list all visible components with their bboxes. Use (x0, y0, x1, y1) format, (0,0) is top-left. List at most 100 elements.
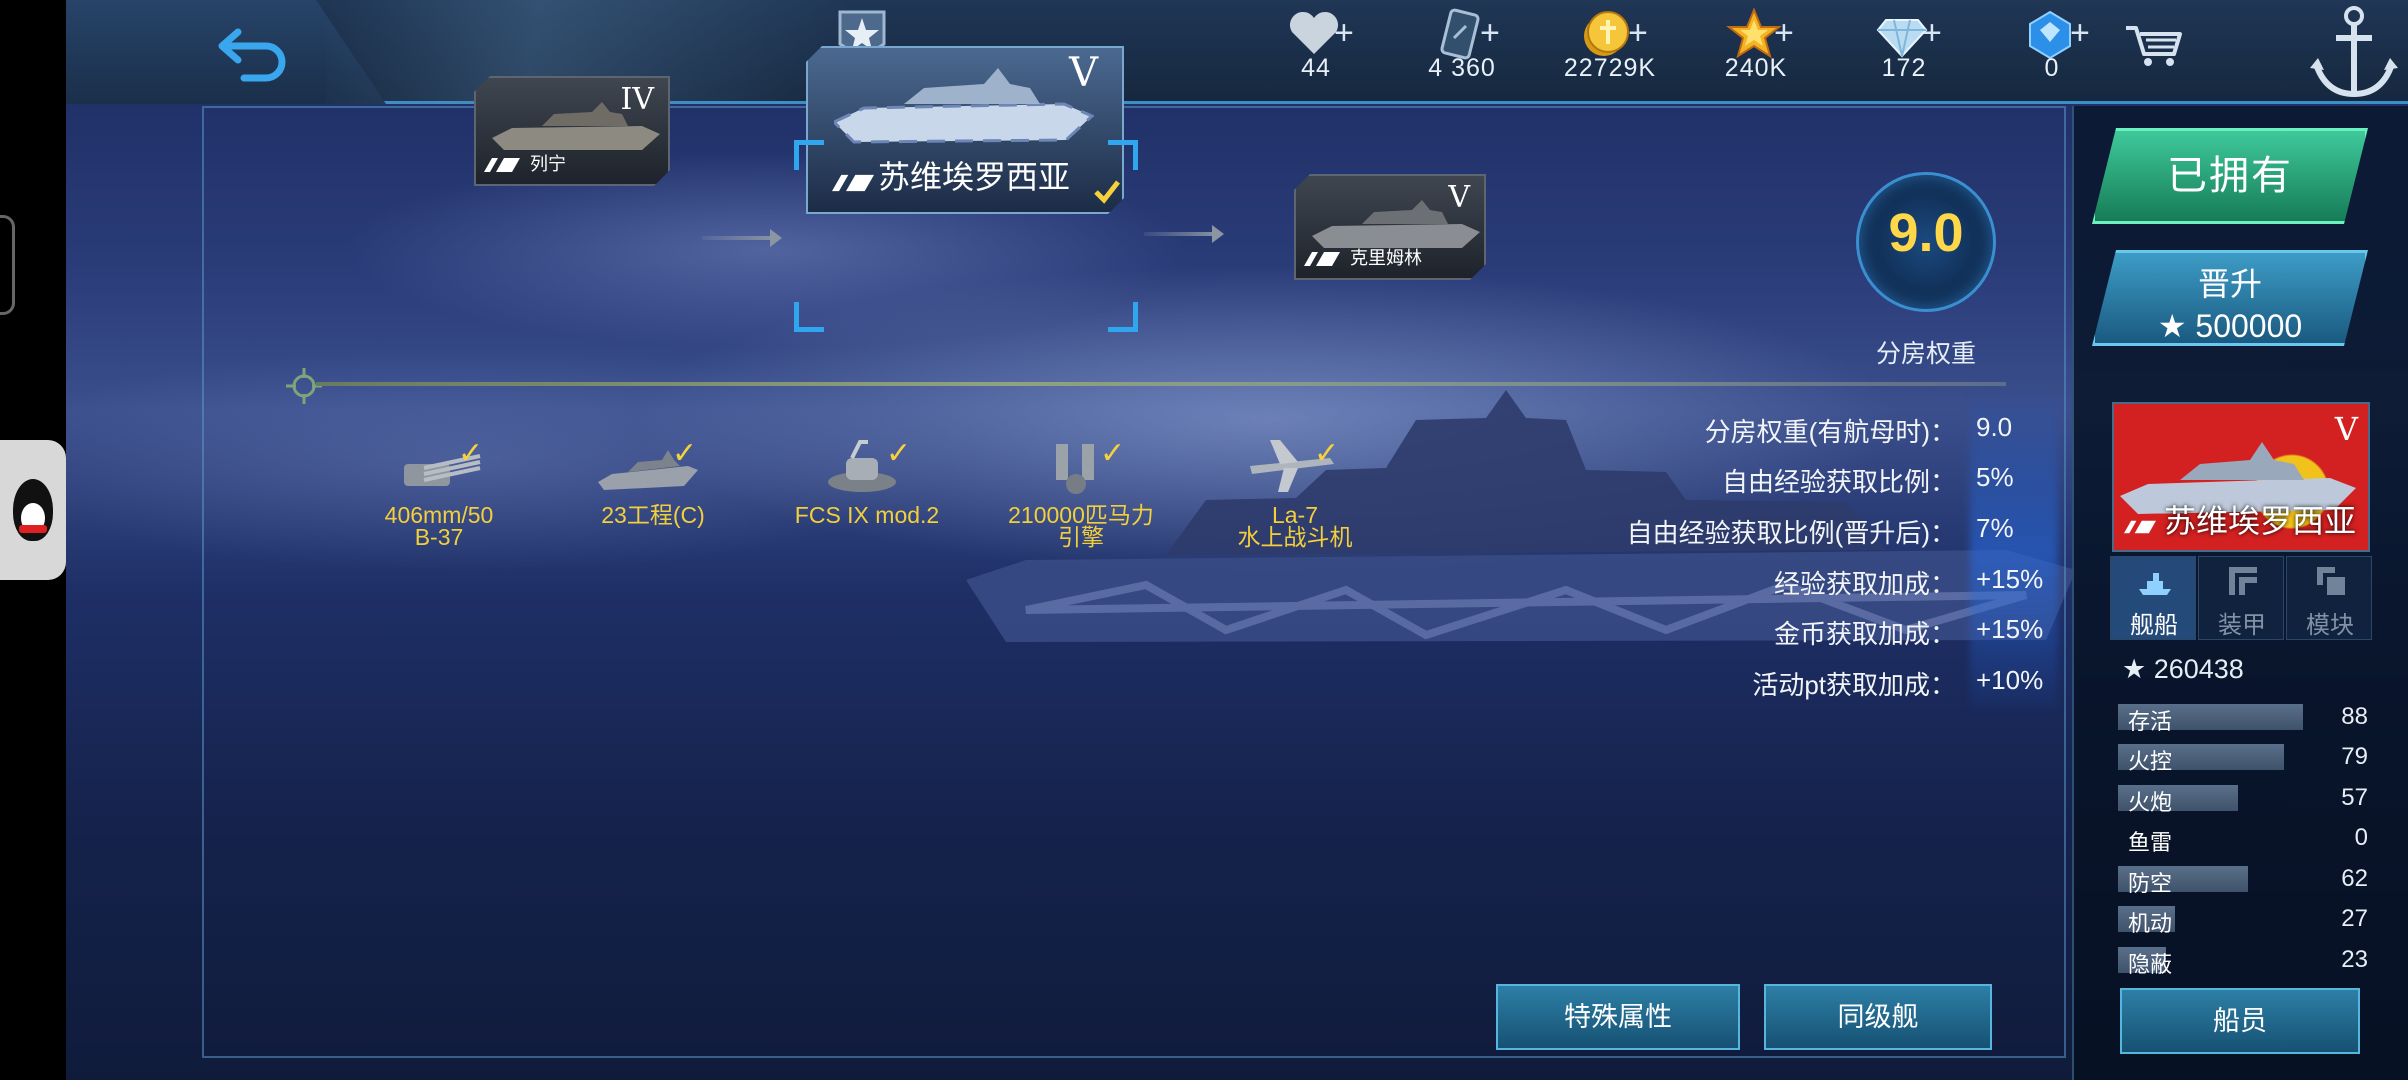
ship-tier: IV (620, 82, 654, 117)
resource-star[interactable]: + 240K (1686, 4, 1826, 94)
matchmaking-rating: 9.0 (1856, 172, 1996, 312)
resource-diamond[interactable]: + 172 (1834, 4, 1974, 94)
stat-row: 自由经验获取比例： 5% (1721, 462, 2014, 497)
armor-icon (2229, 567, 2257, 595)
module-icon (2317, 567, 2345, 595)
back-arrow-icon (218, 28, 286, 82)
attribute-label: 火炮 (2128, 790, 2173, 815)
plus-icon[interactable]: + (1628, 16, 1648, 50)
tab-module[interactable]: 模块 (2286, 556, 2372, 640)
module-seaplane[interactable]: ✓ La-7 水上战斗机 (1210, 436, 1380, 556)
stat-row: 经验获取加成： +15% (1773, 564, 2044, 599)
nation-flag-icon (484, 156, 520, 174)
module-fire-control[interactable]: ✓ FCS IX mod.2 (782, 436, 952, 556)
module-name: FCS IX mod.2 (794, 502, 940, 528)
resource-value: 4 360 (1428, 54, 1496, 82)
module-name: 210000匹马力 引擎 (1008, 502, 1154, 550)
nation-flag-icon (1304, 250, 1340, 268)
resource-heart[interactable]: + 44 (1246, 4, 1386, 94)
resource-value: 22729K (1563, 54, 1657, 82)
plus-icon[interactable]: + (1334, 16, 1354, 50)
resource-value: 44 (1301, 54, 1331, 82)
combat-power-value: 260438 (2153, 654, 2244, 684)
attribute-row: 存活 88 (2118, 702, 2378, 734)
stat-row: 金币获取加成： +15% (1773, 614, 2044, 649)
attribute-row: 防空 62 (2118, 864, 2378, 896)
module-main-battery[interactable]: ✓ 406mm/50 B-37 (354, 436, 524, 556)
selection-corner (1108, 302, 1138, 332)
upgrade-cost: ★ 500000 (2157, 308, 2303, 344)
anchor-icon[interactable] (2306, 2, 2402, 102)
attribute-row: 火炮 57 (2118, 783, 2378, 815)
resource-value: 172 (1881, 54, 1927, 82)
penguin-icon (13, 479, 53, 541)
stat-row: 自由经验获取比例(晋升后)： 7% (1626, 513, 2014, 548)
same-tier-ships-button[interactable]: 同级舰 (1764, 984, 1992, 1050)
tab-ship[interactable]: 舰船 (2110, 556, 2196, 640)
resource-card[interactable]: + 4 360 (1392, 4, 1532, 94)
plus-icon[interactable]: + (1480, 16, 1500, 50)
evolution-arrow (1144, 225, 1224, 243)
game-screen: 4 + 44 + 4 360 + 22729K (66, 0, 2408, 1080)
resource-gold[interactable]: + 22729K (1540, 4, 1680, 94)
edge-handle[interactable] (0, 215, 15, 315)
checkmark-icon (1092, 178, 1120, 206)
stat-row: 分房权重(有航母时)： 9.0 (1704, 412, 2013, 447)
attribute-label: 防空 (2128, 871, 2173, 896)
tab-armor[interactable]: 装甲 (2198, 556, 2284, 640)
rating-value: 9.0 (1888, 203, 1964, 263)
special-attributes-button[interactable]: 特殊属性 (1496, 984, 1740, 1050)
target-icon (286, 368, 322, 404)
next-ship-card[interactable]: V 克里姆林 (1294, 174, 1486, 280)
attribute-label: 机动 (2128, 911, 2173, 936)
upgrade-button[interactable]: 晋升 ★ 500000 (2092, 250, 2368, 346)
checkmark-icon: ✓ (1314, 437, 1340, 470)
module-name: 23工程(C) (601, 502, 705, 528)
selection-corner (794, 302, 824, 332)
attribute-label: 火控 (2128, 749, 2173, 774)
attribute-value: 57 (2341, 784, 2368, 811)
module-engine[interactable]: ✓ 210000匹马力 引擎 (996, 436, 1166, 556)
attribute-row: 隐蔽 23 (2118, 945, 2378, 977)
upgrade-label: 晋升 (2197, 266, 2262, 302)
top-bar: 4 + 44 + 4 360 + 22729K (66, 0, 2408, 104)
rating-label: 分房权重 (1875, 340, 1976, 368)
module-name: 406mm/50 B-37 (384, 502, 494, 550)
back-button[interactable] (216, 18, 296, 82)
attribute-value: 88 (2341, 703, 2368, 730)
attribute-value: 79 (2341, 743, 2368, 770)
qq-floating-button[interactable] (0, 440, 66, 580)
nation-flag-icon (832, 172, 874, 194)
nation-flag-icon (2124, 520, 2156, 534)
ship-tier: V (2334, 410, 2358, 448)
plus-icon[interactable]: + (1774, 16, 1794, 50)
checkmark-icon: ✓ (458, 437, 484, 470)
ship-tier: V (1448, 180, 1470, 215)
attribute-label: 隐蔽 (2128, 952, 2173, 977)
plus-icon[interactable]: + (2070, 16, 2090, 50)
attribute-label: 鱼雷 (2128, 830, 2173, 855)
current-ship-card[interactable]: V 苏维埃罗西亚 (806, 46, 1124, 214)
attribute-label: 存活 (2128, 709, 2173, 734)
shop-cart-icon[interactable] (2122, 20, 2186, 70)
checkmark-icon: ✓ (886, 437, 912, 470)
prev-ship-card[interactable]: IV 列宁 (474, 76, 670, 186)
module-name: La-7 水上战斗机 (1237, 502, 1353, 550)
attribute-row: 鱼雷 0 (2118, 823, 2378, 855)
crew-button[interactable]: 船员 (2120, 988, 2360, 1054)
attribute-value: 0 (2354, 824, 2368, 851)
resource-value: 240K (1724, 54, 1788, 82)
plus-icon[interactable]: + (1922, 16, 1942, 50)
selection-corner (1108, 140, 1138, 170)
owned-button[interactable]: 已拥有 (2092, 128, 2368, 224)
ship-tier: V (1069, 50, 1098, 96)
resource-gem[interactable]: + 0 (1982, 4, 2122, 94)
ship-icon (2139, 573, 2171, 595)
selection-corner (794, 140, 824, 170)
battleship-thumbnail-icon (834, 58, 1094, 158)
module-hull[interactable]: ✓ 23工程(C) (568, 436, 738, 556)
ship-name: 苏维埃罗西亚 (2164, 503, 2357, 539)
stat-row: 活动pt获取加成： +10% (1752, 665, 2044, 700)
attribute-row: 机动 27 (2118, 904, 2378, 936)
checkmark-icon: ✓ (672, 437, 698, 470)
